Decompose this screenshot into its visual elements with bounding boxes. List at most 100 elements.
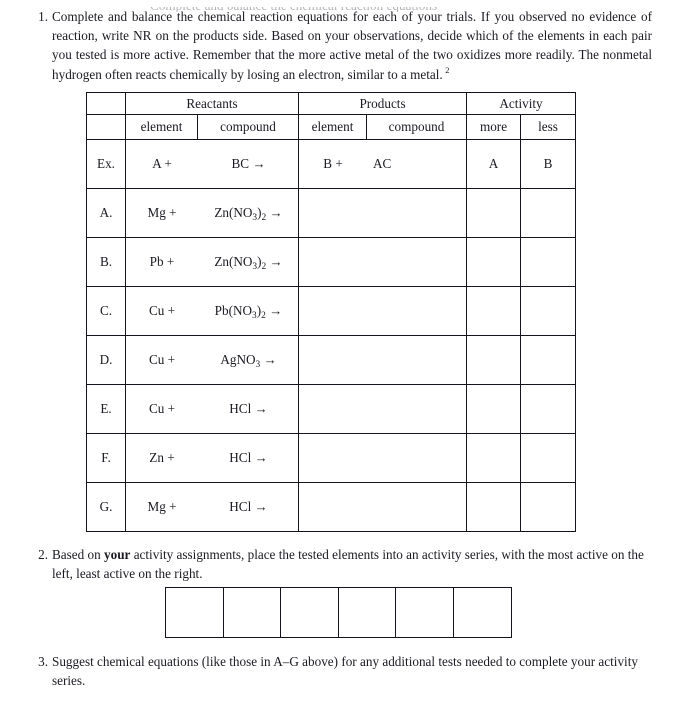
products-cell[interactable]	[298, 187, 468, 238]
more-active-cell[interactable]: A	[466, 138, 522, 189]
reactant-element: Cu +	[148, 352, 176, 368]
activity-series-box[interactable]	[280, 587, 339, 639]
row-label: G.	[86, 481, 126, 532]
table-row: G. Mg + HCl →	[86, 481, 577, 532]
question-1-text: Complete and balance the chemical reacti…	[52, 7, 652, 84]
subheader-reactant-element: element	[125, 113, 198, 140]
subheader-reactant-compound: compound	[196, 113, 300, 140]
question-2-number: 2.	[38, 546, 48, 562]
question-2-text-before: Based on	[52, 546, 105, 562]
reactant-compound: HCl →	[229, 499, 268, 515]
more-active-cell[interactable]	[466, 285, 522, 336]
reactants-cell[interactable]: Cu + AgNO3 →	[124, 334, 300, 385]
row-label: B.	[86, 236, 126, 287]
table-group-header-row: Reactants Products Activity	[86, 91, 577, 115]
products-cell[interactable]	[298, 481, 468, 532]
less-active-cell[interactable]	[520, 432, 577, 483]
less-active-cell[interactable]	[520, 383, 577, 434]
subheader-more-active: more	[466, 113, 522, 140]
table-row: D. Cu + AgNO3 →	[86, 334, 577, 385]
reactants-cell[interactable]: Zn + HCl →	[124, 432, 300, 483]
row-label: A.	[86, 187, 126, 238]
more-active-cell[interactable]	[466, 334, 522, 385]
product-compound: AC	[373, 156, 392, 172]
reactant-compound: Zn(NO3)2 →	[214, 254, 283, 273]
header-products: Products	[298, 91, 468, 115]
question-3: 3. Suggest chemical equations (like thos…	[0, 652, 696, 690]
more-active-cell[interactable]	[466, 383, 522, 434]
products-cell[interactable]	[298, 334, 468, 385]
subheader-blank-corner	[86, 113, 126, 140]
reactants-cell[interactable]: A + BC →	[124, 138, 300, 189]
products-cell[interactable]	[298, 383, 468, 434]
reactant-element: Pb +	[149, 254, 175, 270]
product-element: B +	[323, 156, 343, 172]
table-row: E. Cu + HCl →	[86, 383, 577, 434]
subheader-product-element: element	[298, 113, 368, 140]
products-cell[interactable]	[298, 432, 468, 483]
question-2-text: Based on your activity assignments, plac…	[52, 545, 652, 583]
reactant-element: Mg +	[147, 205, 177, 221]
reaction-table-container: Reactants Products Activity element comp…	[0, 91, 696, 532]
more-active-cell[interactable]	[466, 236, 522, 287]
reactant-compound: Pb(NO3)2 →	[214, 303, 283, 322]
products-cell[interactable]: B + AC	[298, 138, 468, 189]
subheader-less-active: less	[520, 113, 577, 140]
reactants-cell[interactable]: Cu + HCl →	[124, 383, 300, 434]
activity-series-box[interactable]	[337, 587, 397, 639]
table-row: Ex. A + BC → B + AC A B	[86, 138, 577, 189]
less-active-cell[interactable]	[520, 236, 577, 287]
question-2: 2. Based on your activity assignments, p…	[0, 545, 696, 583]
reactants-cell[interactable]: Mg + HCl →	[124, 481, 300, 532]
more-active-cell[interactable]	[466, 432, 522, 483]
activity-series-box[interactable]	[222, 587, 282, 639]
question-1-number: 1.	[38, 9, 48, 24]
question-1: 1. Complete and balance the chemical rea…	[0, 7, 696, 84]
less-active-cell[interactable]	[520, 285, 577, 336]
worksheet-page: Complete and balance the chemical reacti…	[0, 7, 696, 707]
footnote-marker: 2	[445, 66, 450, 76]
row-label: D.	[86, 334, 126, 385]
less-active-cell[interactable]	[520, 481, 577, 532]
row-label: E.	[86, 383, 126, 434]
reaction-table: Reactants Products Activity element comp…	[86, 91, 577, 532]
reactants-cell[interactable]: Pb + Zn(NO3)2 →	[124, 236, 300, 287]
reactant-element: Zn +	[149, 450, 175, 466]
table-sub-header-row: element compound element compound more l…	[86, 113, 577, 140]
activity-series-row	[165, 587, 512, 639]
products-cell[interactable]	[298, 236, 468, 287]
reactant-compound: HCl →	[229, 450, 268, 466]
table-row: C. Cu + Pb(NO3)2 →	[86, 285, 577, 336]
table-row: B. Pb + Zn(NO3)2 →	[86, 236, 577, 287]
activity-series-box[interactable]	[395, 587, 454, 639]
reactant-element: Mg +	[147, 499, 177, 515]
reaction-table-body: Ex. A + BC → B + AC A B A. Mg + Zn(NO3)2 → B. Pb + Z…	[86, 138, 577, 532]
reactant-element: A +	[152, 156, 172, 172]
table-row: F. Zn + HCl →	[86, 432, 577, 483]
table-row: A. Mg + Zn(NO3)2 →	[86, 187, 577, 238]
row-label: Ex.	[86, 138, 126, 189]
question-2-text-after: activity assignments, place the tested e…	[52, 546, 644, 582]
less-active-cell[interactable]	[520, 334, 577, 385]
more-active-cell[interactable]	[466, 481, 522, 532]
subheader-product-compound: compound	[366, 113, 468, 140]
row-label: F.	[86, 432, 126, 483]
more-active-cell[interactable]	[466, 187, 522, 238]
question-1-body: Complete and balance the chemical reacti…	[52, 9, 652, 82]
less-active-cell[interactable]: B	[520, 138, 577, 189]
question-3-number: 3.	[38, 654, 48, 670]
header-activity: Activity	[466, 91, 577, 115]
activity-series-box[interactable]	[452, 587, 512, 639]
activity-series-box[interactable]	[165, 587, 224, 639]
reactant-compound: HCl →	[229, 401, 268, 417]
header-reactants: Reactants	[124, 91, 300, 115]
reactants-cell[interactable]: Mg + Zn(NO3)2 →	[124, 187, 300, 238]
less-active-cell[interactable]	[520, 187, 577, 238]
header-blank-corner	[86, 91, 126, 115]
reactants-cell[interactable]: Cu + Pb(NO3)2 →	[124, 285, 300, 336]
products-cell[interactable]	[298, 285, 468, 336]
activity-series-table	[165, 587, 512, 639]
activity-series-container	[0, 587, 696, 639]
reactant-compound: Zn(NO3)2 →	[214, 205, 283, 224]
reactant-compound: BC →	[231, 156, 266, 172]
